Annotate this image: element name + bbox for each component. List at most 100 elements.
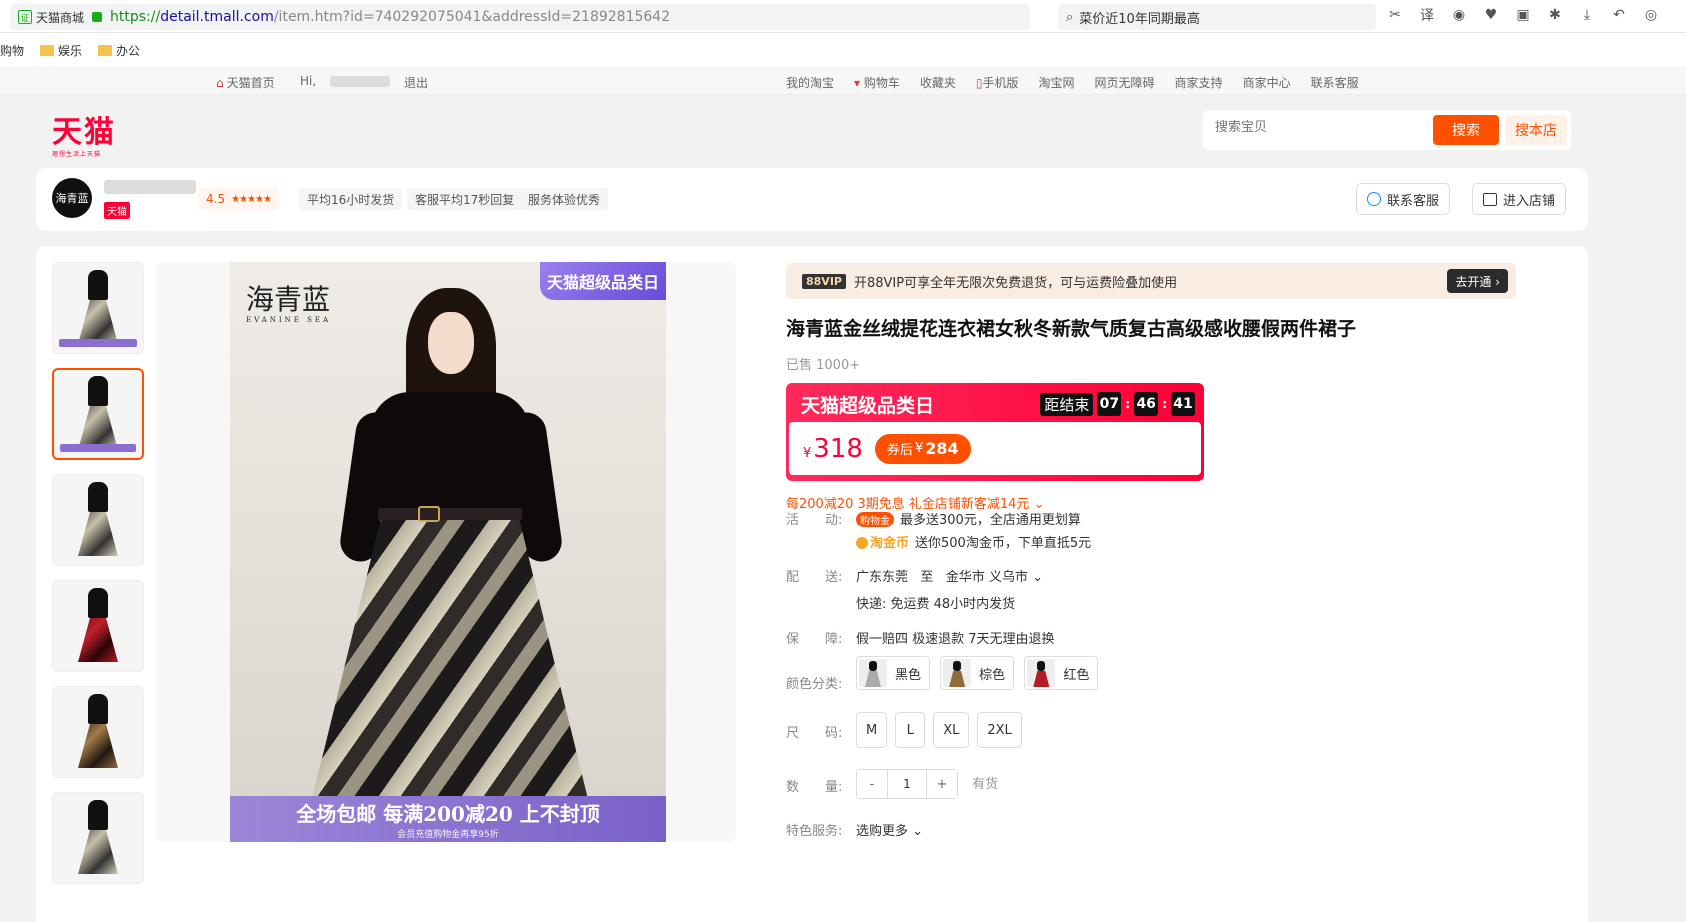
scissors-icon[interactable]: ✂ — [1386, 6, 1404, 24]
nav-contact[interactable]: 联系客服 — [1311, 74, 1359, 91]
page-header: 天猫 理想生活上天猫 搜索 搜本店 — [0, 95, 1686, 168]
contact-service-button[interactable]: 联系客服 — [1356, 183, 1451, 215]
bookmark-entertainment[interactable]: 娱乐 — [40, 42, 82, 59]
countdown: 距结束 07 : 46 : 41 — [1040, 392, 1195, 416]
store-bar: 海青蓝 天猫 4.5 ★★★★★ 平均16小时发货 客服平均17秒回复 服务体验优… — [36, 168, 1588, 231]
browser-toolbar: 证 天猫商城 https://detail.tmall.com/item.htm… — [0, 0, 1686, 33]
reader-icon[interactable]: ▣ — [1514, 6, 1532, 24]
size-option[interactable]: 2XL — [977, 712, 1022, 748]
current-price: ¥318 — [803, 433, 863, 464]
store-pill: 平均16小时发货 — [299, 188, 403, 210]
bookmark-shopping[interactable]: 购物 — [0, 42, 24, 59]
bookmarks-bar: 购物 娱乐 办公 — [0, 33, 1686, 67]
price-box: 天猫超级品类日 距结束 07 : 46 : 41 ¥318 券后 ¥284 — [786, 383, 1204, 481]
coin-icon — [856, 537, 868, 549]
search-input[interactable] — [1215, 120, 1415, 135]
site-cert-icon: 证 — [18, 10, 32, 24]
search-icon: ⌕ — [1066, 9, 1074, 25]
header-search: 搜索 搜本店 — [1203, 110, 1571, 150]
site-nav: ⌂ 天猫首页 Hi, 退出 我的淘宝 ▾ 购物车 收藏夹 ▯手机版 淘宝网 网页无… — [0, 67, 1686, 95]
folder-icon — [40, 44, 55, 56]
product-photo: 海青蓝 EVANINE SEA 天猫超级品类日 全场包邮 每满200减20 上不封… — [230, 262, 666, 842]
url-text[interactable]: https://detail.tmall.com/item.htm?id=740… — [110, 9, 670, 25]
bookmark-office[interactable]: 办公 — [98, 42, 140, 59]
lock-icon — [92, 12, 103, 22]
search-store-button[interactable]: 搜本店 — [1505, 115, 1567, 145]
nav-taobao[interactable]: 淘宝网 — [1039, 74, 1075, 91]
nav-favorites[interactable]: 收藏夹 — [920, 74, 956, 91]
tmall-tag: 天猫 — [104, 202, 130, 219]
translate-icon[interactable]: 译 — [1418, 6, 1436, 24]
chat-icon — [1367, 192, 1381, 206]
service-select[interactable]: 选购更多 ⌄ — [856, 820, 923, 839]
stock-status: 有货 — [972, 776, 999, 792]
color-option-red[interactable]: 红色 — [1024, 656, 1099, 690]
vip-text: 开88VIP可享全年无限次免费退货，可与运费险叠加使用 — [853, 275, 1178, 291]
nav-my-taobao[interactable]: 我的淘宝 — [786, 74, 834, 91]
address-bar[interactable]: 证 天猫商城 https://detail.tmall.com/item.htm… — [10, 4, 1030, 30]
nav-mobile[interactable]: ▯手机版 — [976, 74, 1019, 91]
quantity-input[interactable] — [887, 770, 927, 798]
product-main: 海青蓝 EVANINE SEA 天猫超级品类日 全场包邮 每满200减20 上不封… — [36, 246, 1588, 922]
size-option[interactable]: M — [856, 712, 888, 748]
extension-icon[interactable]: ♥ — [1482, 6, 1500, 24]
quantity-decrease-button[interactable]: - — [857, 770, 887, 798]
product-title: 海青蓝金丝绒提花连衣裙女秋冬新款气质复古高级感收腰假两件裙子 — [786, 318, 1357, 340]
store-name-blurred[interactable] — [104, 180, 196, 194]
site-name: 天猫商城 — [36, 10, 85, 25]
tmall-logo[interactable]: 天猫 理想生活上天猫 — [52, 107, 116, 158]
vip-open-button[interactable]: 去开通 › — [1447, 269, 1508, 293]
promo-banner: 全场包邮 每满200减20 上不封顶 会员充值购物金再享95折 — [230, 796, 666, 842]
browser-search-text: 菜价近10年同期最高 — [1079, 11, 1200, 27]
tmall-home-link[interactable]: ⌂ 天猫首页 — [216, 74, 275, 91]
nav-merchant-support[interactable]: 商家支持 — [1175, 74, 1223, 91]
logout-link[interactable]: 退出 — [404, 74, 428, 91]
store-pill: 客服平均17秒回复 — [407, 188, 523, 210]
browser-search-box[interactable]: ⌕ 菜价近10年同期最高 — [1058, 4, 1376, 30]
download-icon[interactable]: ⤓ — [1578, 6, 1596, 24]
quantity-stepper: - + — [856, 769, 958, 799]
brand-watermark: 海青蓝 EVANINE SEA — [246, 283, 332, 324]
delivery-destination[interactable]: 金华市 义乌市 ⌄ — [946, 570, 1043, 585]
thumbnail[interactable] — [52, 474, 144, 566]
folder-icon — [98, 44, 113, 56]
nav-accessibility[interactable]: 网页无障碍 — [1095, 74, 1155, 91]
product-info: 88VIP 开88VIP可享全年无限次免费退货，可与运费险叠加使用 去开通 › … — [786, 246, 1576, 922]
gamepad-icon[interactable]: ◉ — [1450, 6, 1468, 24]
store-rating: 4.5 ★★★★★ — [198, 188, 279, 210]
greeting: Hi, — [300, 74, 317, 88]
thumbnail[interactable] — [52, 262, 144, 354]
sold-count: 已售 1000+ — [786, 358, 861, 373]
quantity-increase-button[interactable]: + — [927, 770, 957, 798]
store-icon — [1483, 192, 1497, 206]
main-product-image[interactable]: 海青蓝 EVANINE SEA 天猫超级品类日 全场包邮 每满200减20 上不封… — [156, 262, 736, 842]
home-icon: ⌂ — [216, 76, 224, 90]
nav-cart[interactable]: ▾ 购物车 — [854, 74, 900, 91]
color-option-black[interactable]: 黑色 — [856, 656, 931, 690]
coupon-price[interactable]: 券后 ¥284 — [874, 433, 971, 464]
puzzle-icon[interactable]: ✱ — [1546, 6, 1564, 24]
username-blurred — [330, 76, 390, 87]
shopping-gold-tag: 购物金 — [856, 512, 894, 527]
undo-icon[interactable]: ↶ — [1610, 6, 1628, 24]
extension-icons: ✂ 译 ◉ ♥ ▣ ✱ ⤓ ↶ ◎ — [1386, 6, 1660, 24]
thumbnail[interactable] — [52, 580, 144, 672]
thumbnail[interactable] — [52, 686, 144, 778]
thumbnail[interactable] — [52, 792, 144, 884]
thumbnail[interactable] — [52, 368, 144, 460]
color-option-brown[interactable]: 棕色 — [940, 656, 1015, 690]
store-logo[interactable]: 海青蓝 — [52, 178, 92, 218]
search-button[interactable]: 搜索 — [1433, 115, 1499, 145]
rating-stars-icon: ★★★★★ — [231, 193, 272, 205]
ai-icon[interactable]: ◎ — [1642, 6, 1660, 24]
vip-bar: 88VIP 开88VIP可享全年无限次免费退货，可与运费险叠加使用 去开通 › — [786, 263, 1516, 299]
promo-label: 天猫超级品类日 — [801, 394, 935, 417]
thumbnail-list — [52, 262, 144, 898]
size-option[interactable]: L — [895, 712, 926, 748]
site-nav-links: 我的淘宝 ▾ 购物车 收藏夹 ▯手机版 淘宝网 网页无障碍 商家支持 商家中心 … — [786, 74, 1359, 91]
vip-badge: 88VIP — [802, 273, 846, 289]
nav-merchant-center[interactable]: 商家中心 — [1243, 74, 1291, 91]
store-pill: 服务体验优秀 — [520, 188, 609, 210]
enter-store-button[interactable]: 进入店铺 — [1472, 183, 1567, 215]
size-option[interactable]: XL — [933, 712, 970, 748]
